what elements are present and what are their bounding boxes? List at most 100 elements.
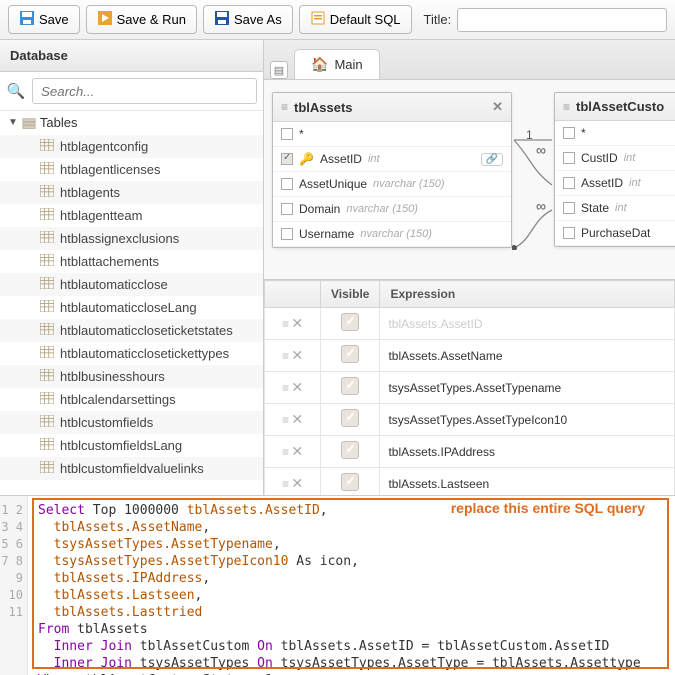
delete-row-icon[interactable]: ✕ xyxy=(291,411,303,427)
column-checkbox[interactable] xyxy=(563,227,575,239)
table-column-row[interactable]: * xyxy=(555,121,675,146)
tablebox-title: tblAssets xyxy=(294,100,353,115)
tree-table-item[interactable]: htblagents xyxy=(0,181,263,204)
tree-table-item[interactable]: htblcalendarsettings xyxy=(0,388,263,411)
home-icon: 🏠 xyxy=(311,56,328,73)
visible-checkbox[interactable] xyxy=(341,345,359,363)
grid-row[interactable]: ≡ ✕ tblAssets.IPAddress xyxy=(265,436,675,468)
default-sql-button[interactable]: Default SQL xyxy=(299,5,412,34)
tree-table-item[interactable]: htblcustomfieldsLang xyxy=(0,434,263,457)
table-column-row[interactable]: 🔑AssetID int🔗 xyxy=(273,147,511,172)
close-icon[interactable]: ✕ xyxy=(492,99,503,115)
tablebox-tblassets[interactable]: ≡ tblAssets ✕ *🔑AssetID int🔗AssetUnique … xyxy=(272,92,512,248)
tree-table-item[interactable]: htblagentlicenses xyxy=(0,158,263,181)
tree-item-label: htblcustomfields xyxy=(60,415,153,430)
tree-table-item[interactable]: htblcustomfieldvaluelinks xyxy=(0,457,263,480)
tree-table-item[interactable]: htblautomaticclose xyxy=(0,273,263,296)
visible-checkbox[interactable] xyxy=(341,377,359,395)
tree-table-item[interactable]: htblattachements xyxy=(0,250,263,273)
tree-tables-root[interactable]: ▼ Tables xyxy=(0,111,263,135)
title-input[interactable] xyxy=(457,8,667,32)
search-input[interactable] xyxy=(32,78,257,104)
visible-checkbox[interactable] xyxy=(341,409,359,427)
table-column-row[interactable]: State int xyxy=(555,196,675,221)
sql-editor[interactable]: 1 2 3 4 5 6 7 8 9 10 11 Select Top 10000… xyxy=(0,495,675,675)
drag-handle-icon[interactable]: ≡ xyxy=(282,477,288,491)
drag-handle-icon[interactable]: ≡ xyxy=(282,381,288,395)
visible-checkbox[interactable] xyxy=(341,473,359,491)
table-column-row[interactable]: Username nvarchar (150) xyxy=(273,222,511,247)
column-checkbox[interactable] xyxy=(281,228,293,240)
hamburger-icon[interactable]: ≡ xyxy=(281,100,288,114)
sql-code[interactable]: Select Top 1000000 tblAssets.AssetID, tb… xyxy=(28,496,675,675)
table-column-row[interactable]: AssetID int xyxy=(555,171,675,196)
delete-row-icon[interactable]: ✕ xyxy=(291,347,303,363)
visible-checkbox[interactable] xyxy=(341,313,359,331)
column-checkbox[interactable] xyxy=(281,178,293,190)
hamburger-icon[interactable]: ≡ xyxy=(563,100,570,114)
relation-icon[interactable]: 🔗 xyxy=(481,153,503,166)
tree-item-label: htblcustomfieldvaluelinks xyxy=(60,461,204,476)
sidebar-header: Database xyxy=(0,40,263,72)
column-checkbox[interactable] xyxy=(281,203,293,215)
tablebox-tblassetcustom[interactable]: ≡ tblAssetCusto *CustID intAssetID intSt… xyxy=(554,92,675,247)
column-checkbox[interactable] xyxy=(563,202,575,214)
column-checkbox[interactable] xyxy=(281,153,293,165)
save-as-button[interactable]: Save As xyxy=(203,5,293,34)
column-checkbox[interactable] xyxy=(563,152,575,164)
tree-table-item[interactable]: htblassignexclusions xyxy=(0,227,263,250)
tree-table-item[interactable]: htblautomaticclosetickettypes xyxy=(0,342,263,365)
grid-row[interactable]: ≡ ✕ tblAssets.Lastseen xyxy=(265,468,675,496)
save-run-button[interactable]: Save & Run xyxy=(86,5,197,34)
table-column-row[interactable]: Domain nvarchar (150) xyxy=(273,197,511,222)
tab-main[interactable]: 🏠 Main xyxy=(294,49,380,79)
column-name: State xyxy=(581,201,609,215)
delete-row-icon[interactable]: ✕ xyxy=(291,379,303,395)
sidebar: Database 🔍 ▼ Tables htblagentconfightbla… xyxy=(0,40,264,495)
table-column-row[interactable]: * xyxy=(273,122,511,147)
expression-cell[interactable]: tblAssets.AssetName xyxy=(380,340,675,372)
columns-grid[interactable]: Visible Expression ≡ ✕tblAssets.AssetID≡… xyxy=(264,280,675,495)
tree-table-item[interactable]: htblautomaticcloseLang xyxy=(0,296,263,319)
column-checkbox[interactable] xyxy=(281,128,293,140)
delete-row-icon[interactable]: ✕ xyxy=(291,475,303,491)
tree-table-item[interactable]: htblagentteam xyxy=(0,204,263,227)
table-icon xyxy=(40,300,54,315)
column-checkbox[interactable] xyxy=(563,127,575,139)
tree-item-label: htblautomaticclosetickettypes xyxy=(60,346,229,361)
designer-panel: ▤ 🏠 Main ≡ tblAssets ✕ *🔑AssetID int🔗Ass… xyxy=(264,40,675,495)
table-column-row[interactable]: CustID int xyxy=(555,146,675,171)
expression-cell[interactable]: tblAssets.IPAddress xyxy=(380,436,675,468)
table-column-row[interactable]: AssetUnique nvarchar (150) xyxy=(273,172,511,197)
diagram-area[interactable]: ≡ tblAssets ✕ *🔑AssetID int🔗AssetUnique … xyxy=(264,80,675,280)
tree-table-item[interactable]: htblbusinesshours xyxy=(0,365,263,388)
delete-row-icon[interactable]: ✕ xyxy=(291,443,303,459)
drag-handle-icon[interactable]: ≡ xyxy=(282,317,288,331)
tab-list-icon[interactable]: ▤ xyxy=(270,61,288,79)
visible-checkbox[interactable] xyxy=(341,441,359,459)
tree-root-label: Tables xyxy=(40,115,78,130)
table-icon xyxy=(40,185,54,200)
tree-table-item[interactable]: htblagentconfig xyxy=(0,135,263,158)
save-button[interactable]: Save xyxy=(8,5,80,34)
drag-handle-icon[interactable]: ≡ xyxy=(282,445,288,459)
expression-cell[interactable]: tblAssets.Lastseen xyxy=(380,468,675,496)
grid-row[interactable]: ≡ ✕ tblAssets.AssetID xyxy=(265,308,675,340)
column-checkbox[interactable] xyxy=(563,177,575,189)
db-tree[interactable]: ▼ Tables htblagentconfightblagentlicense… xyxy=(0,111,263,495)
table-column-row[interactable]: PurchaseDat xyxy=(555,221,675,246)
tree-table-item[interactable]: htblautomaticcloseticketstates xyxy=(0,319,263,342)
grid-row[interactable]: ≡ ✕ tsysAssetTypes.AssetTypename xyxy=(265,372,675,404)
drag-handle-icon[interactable]: ≡ xyxy=(282,413,288,427)
table-icon xyxy=(40,392,54,407)
expression-cell[interactable]: tsysAssetTypes.AssetTypeIcon10 xyxy=(380,404,675,436)
delete-row-icon[interactable]: ✕ xyxy=(291,315,303,331)
expression-cell[interactable]: tblAssets.AssetID xyxy=(380,308,675,340)
tree-table-item[interactable]: htblcustomfields xyxy=(0,411,263,434)
tree-item-label: htblagentteam xyxy=(60,208,142,223)
drag-handle-icon[interactable]: ≡ xyxy=(282,349,288,363)
grid-row[interactable]: ≡ ✕ tsysAssetTypes.AssetTypeIcon10 xyxy=(265,404,675,436)
title-label: Title: xyxy=(424,12,452,27)
expression-cell[interactable]: tsysAssetTypes.AssetTypename xyxy=(380,372,675,404)
grid-row[interactable]: ≡ ✕ tblAssets.AssetName xyxy=(265,340,675,372)
